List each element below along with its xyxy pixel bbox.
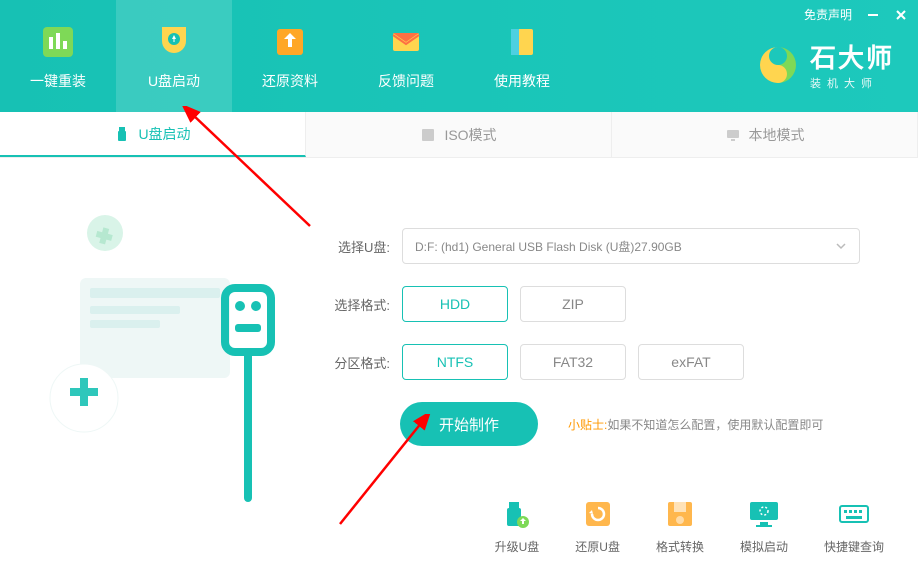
- partition-options: NTFS FAT32 exFAT: [402, 344, 744, 380]
- format-zip[interactable]: ZIP: [520, 286, 626, 322]
- nav-label: 还原资料: [262, 71, 318, 91]
- upload-icon: [269, 21, 311, 63]
- part-exfat[interactable]: exFAT: [638, 344, 744, 380]
- disk-select[interactable]: D:F: (hd1) General USB Flash Disk (U盘)27…: [402, 228, 860, 264]
- format-hdd[interactable]: HDD: [402, 286, 508, 322]
- brand-title: 石大师: [810, 38, 894, 75]
- part-ntfs[interactable]: NTFS: [402, 344, 508, 380]
- brand: 石大师 装机大师: [756, 38, 894, 91]
- disclaimer-link[interactable]: 免责声明: [804, 6, 852, 23]
- tool-format-convert[interactable]: 格式转换: [656, 496, 704, 555]
- nav-tutorial[interactable]: 使用教程: [464, 0, 580, 112]
- brand-logo-icon: [756, 43, 800, 87]
- restore-icon: [578, 496, 618, 532]
- tool-simulate[interactable]: 模拟启动: [740, 496, 788, 555]
- tool-label: 还原U盘: [575, 538, 620, 555]
- disk-row: 选择U盘: D:F: (hd1) General USB Flash Disk …: [320, 228, 918, 264]
- tab-label: ISO模式: [444, 125, 496, 145]
- partition-label: 分区格式:: [320, 353, 390, 372]
- monitor-icon: [725, 127, 741, 143]
- tip: 小贴士:如果不知道怎么配置，使用默认配置即可: [568, 416, 823, 433]
- topbar: 免责声明: [804, 6, 908, 23]
- minimize-button[interactable]: [866, 8, 880, 22]
- format-options: HDD ZIP: [402, 286, 626, 322]
- start-row: 开始制作 小贴士:如果不知道怎么配置，使用默认配置即可: [400, 402, 918, 446]
- format-row: 选择格式: HDD ZIP: [320, 286, 918, 322]
- nav-label: U盘启动: [148, 71, 200, 91]
- tool-hotkey[interactable]: 快捷键查询: [824, 496, 884, 555]
- tab-iso[interactable]: ISO模式: [306, 112, 612, 157]
- disk-value: D:F: (hd1) General USB Flash Disk (U盘)27…: [415, 238, 682, 255]
- monitor-play-icon: [744, 496, 784, 532]
- tool-label: 快捷键查询: [824, 538, 884, 555]
- tip-text: 如果不知道怎么配置，使用默认配置即可: [607, 418, 823, 432]
- header: 免责声明 一键重装 U盘启动 还原资料: [0, 0, 918, 112]
- nav-restore[interactable]: 还原资料: [232, 0, 348, 112]
- shield-icon: [153, 21, 195, 63]
- tool-label: 格式转换: [656, 538, 704, 555]
- keyboard-icon: [834, 496, 874, 532]
- book-icon: [501, 21, 543, 63]
- tool-restore-usb[interactable]: 还原U盘: [575, 496, 620, 555]
- tip-label: 小贴士:: [568, 418, 607, 432]
- tab-usb-boot[interactable]: U盘启动: [0, 112, 306, 157]
- nav-label: 使用教程: [494, 71, 550, 91]
- tab-label: U盘启动: [138, 124, 190, 144]
- nav-label: 反馈问题: [378, 71, 434, 91]
- disk-icon: [660, 496, 700, 532]
- nav-usb-boot[interactable]: U盘启动: [116, 0, 232, 112]
- nav-label: 一键重装: [30, 71, 86, 91]
- chevron-down-icon: [835, 240, 847, 252]
- chart-icon: [37, 21, 79, 63]
- mail-icon: [385, 21, 427, 63]
- bottom-tools: 升级U盘 还原U盘 格式转换 模拟启动 快捷键查询: [495, 496, 884, 555]
- brand-subtitle: 装机大师: [810, 75, 894, 91]
- usb-upgrade-icon: [497, 496, 537, 532]
- illustration: [30, 188, 290, 508]
- mode-tabs: U盘启动 ISO模式 本地模式: [0, 112, 918, 158]
- close-button[interactable]: [894, 8, 908, 22]
- format-label: 选择格式:: [320, 295, 390, 314]
- nav-reinstall[interactable]: 一键重装: [0, 0, 116, 112]
- tool-label: 模拟启动: [740, 538, 788, 555]
- partition-row: 分区格式: NTFS FAT32 exFAT: [320, 344, 918, 380]
- iso-icon: [420, 127, 436, 143]
- part-fat32[interactable]: FAT32: [520, 344, 626, 380]
- start-button[interactable]: 开始制作: [400, 402, 538, 446]
- tool-label: 升级U盘: [495, 538, 540, 555]
- main-content: 选择U盘: D:F: (hd1) General USB Flash Disk …: [0, 158, 918, 446]
- disk-label: 选择U盘:: [320, 237, 390, 256]
- tool-upgrade-usb[interactable]: 升级U盘: [495, 496, 540, 555]
- tab-label: 本地模式: [749, 125, 805, 145]
- tab-local[interactable]: 本地模式: [612, 112, 918, 157]
- nav-feedback[interactable]: 反馈问题: [348, 0, 464, 112]
- usb-icon: [114, 126, 130, 142]
